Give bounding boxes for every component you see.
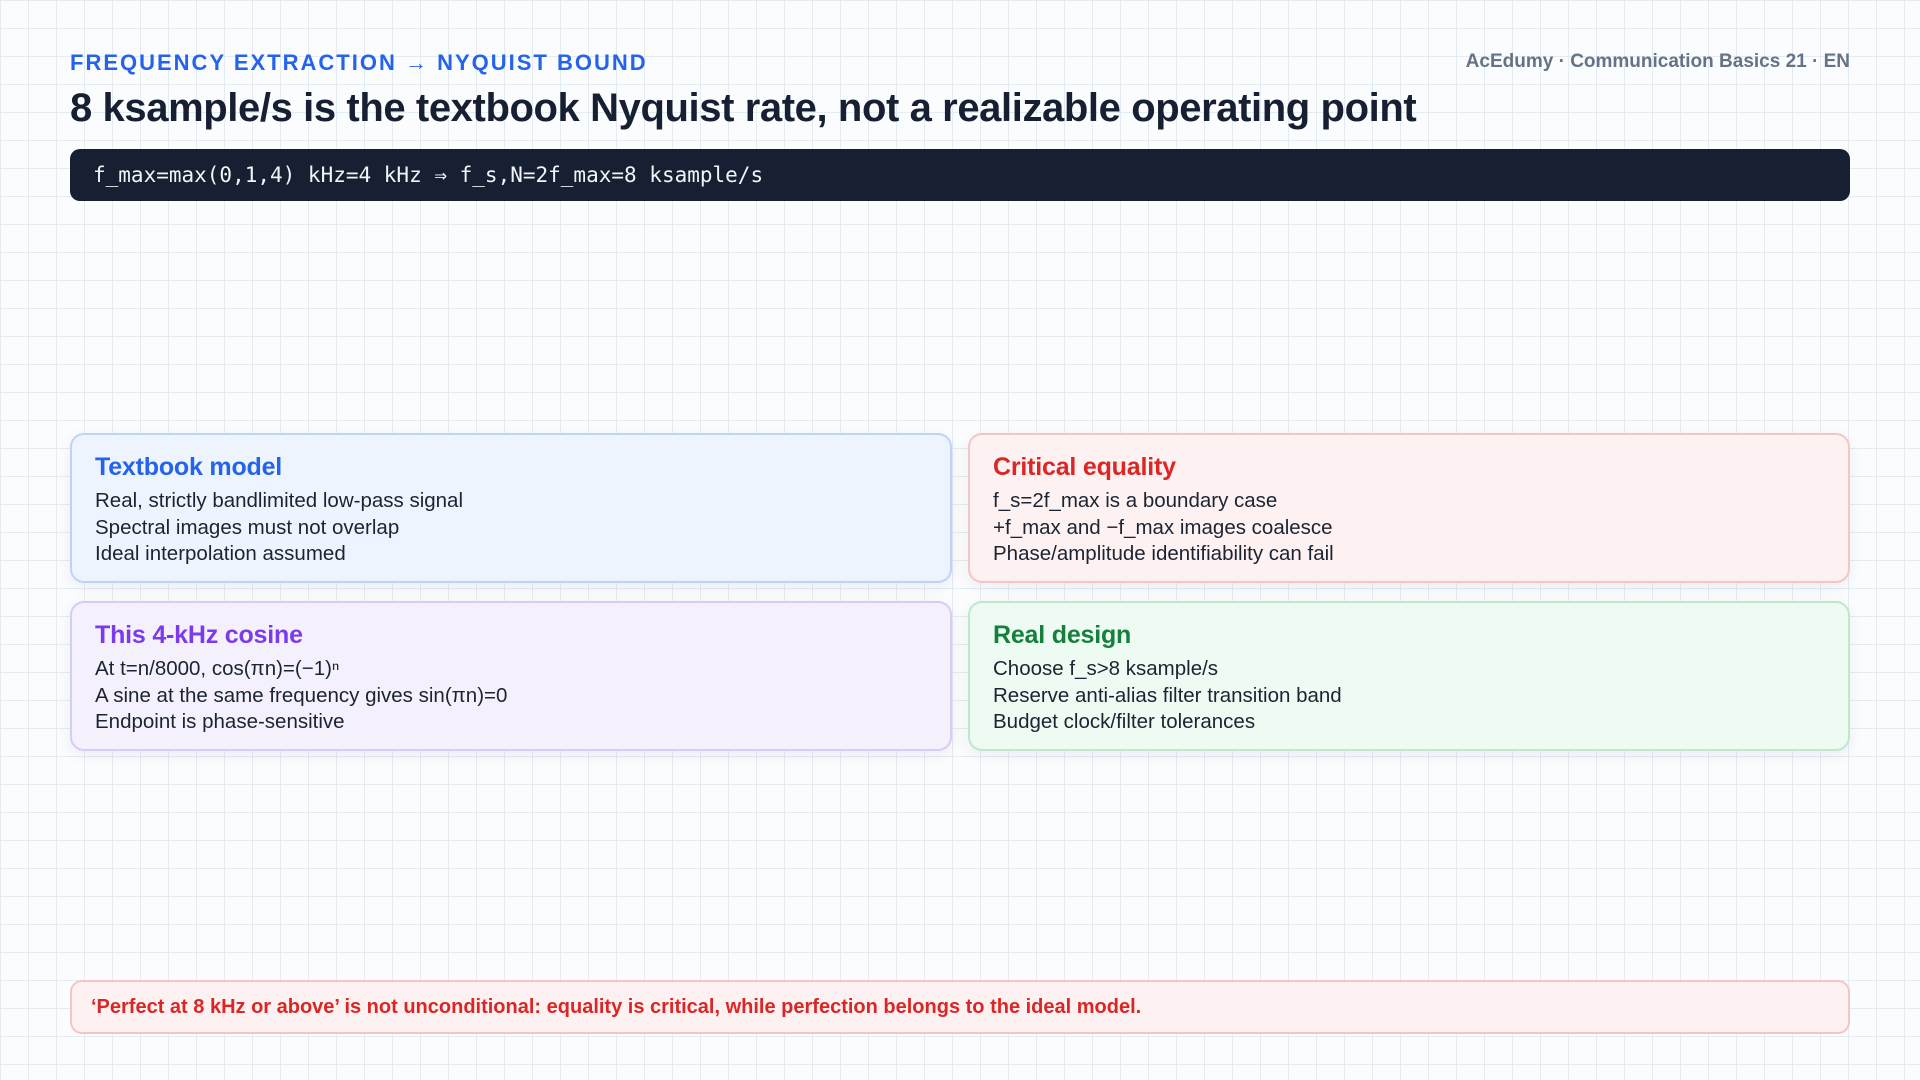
card-line: A sine at the same frequency gives sin(π… (95, 683, 508, 707)
section-kicker: FREQUENCY EXTRACTION → NYQUIST BOUND (70, 50, 648, 75)
course-brand: AcEdumy · Communication Basics 21 · EN (1465, 51, 1850, 72)
card-line: Choose f_s>8 ksample/s (993, 657, 1219, 680)
card-textbook-model: Textbook model Real, strictly bandlimite… (70, 433, 952, 583)
warning-banner: ‘Perfect at 8 kHz or above’ is not uncon… (70, 980, 1850, 1034)
card-real-design: Real design Choose f_s>8 ksample/s Reser… (968, 601, 1850, 751)
card-line: +f_max and −f_max images coalesce (993, 515, 1333, 539)
card-line: Spectral images must not overlap (95, 515, 400, 539)
card-title: Textbook model (95, 453, 283, 481)
card-line: At t=n/8000, cos(πn)=(−1)ⁿ (95, 657, 340, 680)
page-title: 8 ksample/s is the textbook Nyquist rate… (70, 86, 1417, 130)
formula-bar: f_max=max(0,1,4) kHz=4 kHz ⇒ f_s,N=2f_ma… (70, 149, 1850, 201)
card-line: Reserve anti-alias filter transition ban… (993, 683, 1342, 707)
card-line: Endpoint is phase-sensitive (95, 710, 345, 733)
card-line: Budget clock/filter tolerances (993, 710, 1256, 733)
card-line: f_s=2f_max is a boundary case (993, 489, 1278, 512)
card-line: Ideal interpolation assumed (95, 542, 346, 565)
card-title: This 4-kHz cosine (95, 621, 303, 649)
card-cosine: This 4-kHz cosine At t=n/8000, cos(πn)=(… (70, 601, 952, 751)
card-line: Real, strictly bandlimited low-pass sign… (95, 489, 464, 512)
card-title: Real design (993, 621, 1132, 649)
card-title: Critical equality (993, 453, 1176, 481)
card-critical-equality: Critical equality f_s=2f_max is a bounda… (968, 433, 1850, 583)
card-line: Phase/amplitude identifiability can fail (993, 542, 1334, 565)
